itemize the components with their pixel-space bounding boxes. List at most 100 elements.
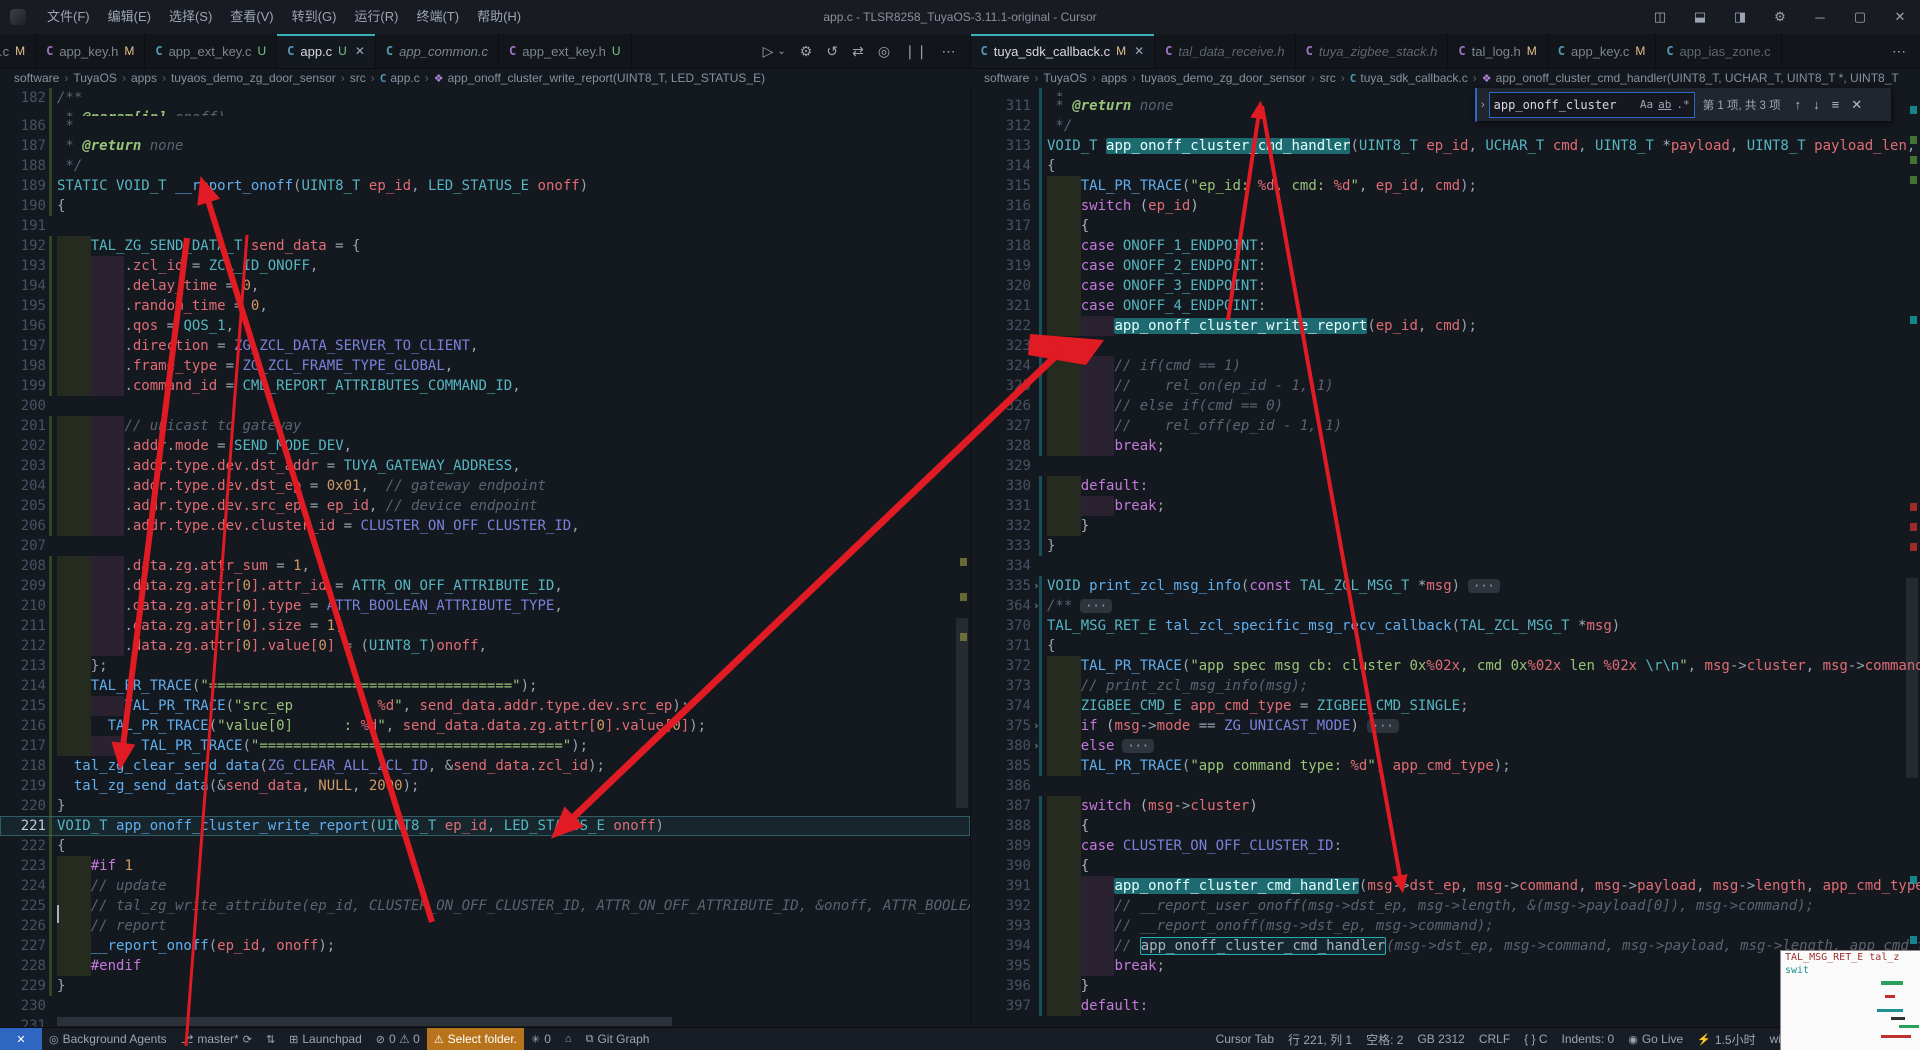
gutter-modified-mark [49,136,52,156]
tab-app_ext_key.c[interactable]: Capp_ext_key.c U [145,34,278,68]
statusbar-language-mode[interactable]: { } C [1517,1028,1554,1050]
tab-app_common.c[interactable]: Capp_common.c [375,34,500,68]
tab-tal_log.h[interactable]: Ctal_log.h M [1448,34,1548,68]
breadcrumb-item[interactable]: TuyaOS [1043,71,1087,85]
statusbar-remote-indicator[interactable]: ✕ [0,1028,42,1050]
run-play-icon[interactable]: ▷ [763,43,774,60]
tab-app_key.h[interactable]: Capp_key.h M [36,34,146,68]
tab-app_key.c[interactable]: Capp_key.c M [1547,34,1657,68]
statusbar-select-folder-warning[interactable]: ⚠ Select folder. [426,1028,525,1050]
find-in-selection-icon[interactable]: ≡ [1832,97,1840,112]
find-close-icon[interactable]: ✕ [1851,97,1862,113]
menu-查看[interactable]: 查看(V) [221,0,282,34]
window-controls: ◫ ⬓ ◨ ⚙ ─ ▢ ✕ [1640,0,1920,34]
breadcrumb-symbol[interactable]: app_onoff_cluster_cmd_handler(UINT8_T, U… [1496,71,1899,85]
find-expand-chevron-icon[interactable]: › [1477,99,1489,111]
tab-close-icon[interactable]: ✕ [1134,44,1144,58]
statusbar-encoding[interactable]: GB 2312 [1410,1028,1471,1050]
breadcrumb-symbol[interactable]: app_onoff_cluster_write_report(UINT8_T, … [448,71,765,85]
vertical-scrollbar[interactable] [956,618,968,808]
gutter-modified-mark [1039,96,1042,116]
statusbar-home[interactable]: ⌂ [558,1028,579,1050]
gutter-modified-mark [49,416,52,436]
ellipsis-icon[interactable]: ⋯ [1892,43,1906,60]
statusbar-indents[interactable]: Indents: 0 [1555,1028,1622,1050]
tab-tal_data_receive.h[interactable]: Ctal_data_receive.h [1155,34,1296,68]
settings-gear-icon[interactable]: ⚙ [1760,0,1800,34]
editor-left[interactable]: 182/** * @param[in] onoff)186 *187 * @re… [0,88,971,1028]
breadcrumb-item[interactable]: apps [131,71,157,85]
time-tracker-icon: ⚡ [1697,1033,1711,1046]
statusbar-cursor-position[interactable]: 行 221, 列 1 [1281,1028,1359,1050]
statusbar-counter[interactable]: ✳ 0 [524,1028,558,1050]
tab-app_ext_key.h[interactable]: Capp_ext_key.h U [499,34,632,68]
gutter-modified-mark [49,796,52,816]
toggle-sidebar-icon[interactable]: ◫ [1640,0,1680,34]
compare-changes-icon[interactable]: ⇄ [852,43,864,60]
tab-o_key.c[interactable]: Co_key.cM [0,34,37,68]
statusbar-eol[interactable]: CRLF [1472,1028,1517,1050]
menu-帮助[interactable]: 帮助(H) [468,0,530,34]
breadcrumb-item[interactable]: software [984,71,1029,85]
statusbar-git-graph[interactable]: ⧉ Git Graph [579,1028,657,1050]
menu-运行[interactable]: 运行(R) [345,0,407,34]
breadcrumb-item[interactable]: tuyaos_demo_zg_door_sensor [1141,71,1306,85]
statusbar-problems[interactable]: ⊘ 0 ⚠ 0 [369,1028,427,1050]
record-icon[interactable]: ◎ [878,43,890,60]
menu-编辑[interactable]: 编辑(E) [99,0,160,34]
find-input[interactable]: app_onoff_cluster Aa ab .* [1488,91,1695,118]
tab-tuya_zigbee_stack.h[interactable]: Ctuya_zigbee_stack.h [1295,34,1449,68]
tab-close-icon[interactable]: ✕ [355,44,365,58]
menu-文件[interactable]: 文件(F) [38,0,99,34]
breadcrumb-file[interactable]: app.c [390,71,419,85]
c-file-icon: C [287,44,295,58]
find-prev-icon[interactable]: ↑ [1795,97,1802,112]
gutter-modified-mark [49,916,52,936]
restore-icon[interactable]: ▢ [1840,0,1880,34]
menu-终端[interactable]: 终端(T) [407,0,468,34]
statusbar-background-agents[interactable]: ◎ Background Agents [42,1028,174,1050]
vertical-scrollbar[interactable] [1906,578,1918,778]
whole-word-icon[interactable]: ab [1658,98,1671,111]
statusbar-indentation[interactable]: 空格: 2 [1359,1028,1410,1050]
close-icon[interactable]: ✕ [1880,0,1920,34]
statusbar-git-branch[interactable]: ⎇ master* ⟳ [174,1028,259,1050]
editor-tab-bar: Co_key.cMCapp_key.hMCapp_ext_key.cUCapp.… [0,34,1920,69]
gear-icon[interactable]: ⚙ [800,43,813,60]
menu-转到[interactable]: 转到(G) [283,0,346,34]
breadcrumb-item[interactable]: src [1320,71,1336,85]
toggle-panel-icon[interactable]: ⬓ [1680,0,1720,34]
chevron-down-icon[interactable]: ⌄ [777,46,785,57]
match-case-icon[interactable]: Aa [1640,98,1653,111]
magnifier-text: swit [1785,965,1810,976]
breadcrumb-item[interactable]: software [14,71,59,85]
breadcrumb-left[interactable]: software › TuyaOS › apps › tuyaos_demo_zg_door… [14,68,954,88]
split-editor-icon[interactable]: ❘❘ [904,43,927,60]
statusbar-time-tracker[interactable]: ⚡ 1.5小时 [1690,1028,1762,1050]
horizontal-scrollbar[interactable] [57,1017,672,1026]
history-icon[interactable]: ↺ [826,43,838,60]
breadcrumb-right[interactable]: software › TuyaOS › apps › tuyaos_demo_zg_door… [984,68,1920,88]
tab-tuya_sdk_callback.c[interactable]: Ctuya_sdk_callback.c M ✕ [970,34,1156,68]
statusbar-sync-arrows[interactable]: ⇅ [259,1028,282,1050]
statusbar-go-live[interactable]: ◉ Go Live [1621,1028,1690,1050]
statusbar-cursor-tab[interactable]: Cursor Tab [1209,1028,1281,1050]
tab-app_ias_zone.c[interactable]: Capp_ias_zone.c [1656,34,1782,68]
ellipsis-icon[interactable]: ⋯ [942,43,956,60]
find-next-icon[interactable]: ↓ [1813,97,1820,112]
regex-icon[interactable]: .* [1676,98,1689,111]
breadcrumb-item[interactable]: TuyaOS [73,71,117,85]
menu-选择[interactable]: 选择(S) [160,0,221,34]
breadcrumb-item[interactable]: src [350,71,366,85]
tab-app.c[interactable]: Capp.c U ✕ [277,34,376,68]
breadcrumb-item[interactable]: apps [1101,71,1127,85]
statusbar-launchpad[interactable]: ⊞ Launchpad [282,1028,369,1050]
find-match-highlight: app_onoff_cluster_cmd_handler [1139,937,1387,955]
breadcrumb-file[interactable]: tuya_sdk_callback.c [1360,71,1467,85]
code-line-392: 392 // __report_user_onoff(msg->dst_ep, … [971,896,1920,916]
code-line-clipped: * @param[in] onoff) [0,108,970,116]
toggle-secondary-sidebar-icon[interactable]: ◨ [1720,0,1760,34]
minimize-icon[interactable]: ─ [1800,0,1840,34]
breadcrumb-item[interactable]: tuyaos_demo_zg_door_sensor [171,71,336,85]
editor-right[interactable]: *311 * @return none312 */313VOID_T app_o… [971,88,1920,1028]
